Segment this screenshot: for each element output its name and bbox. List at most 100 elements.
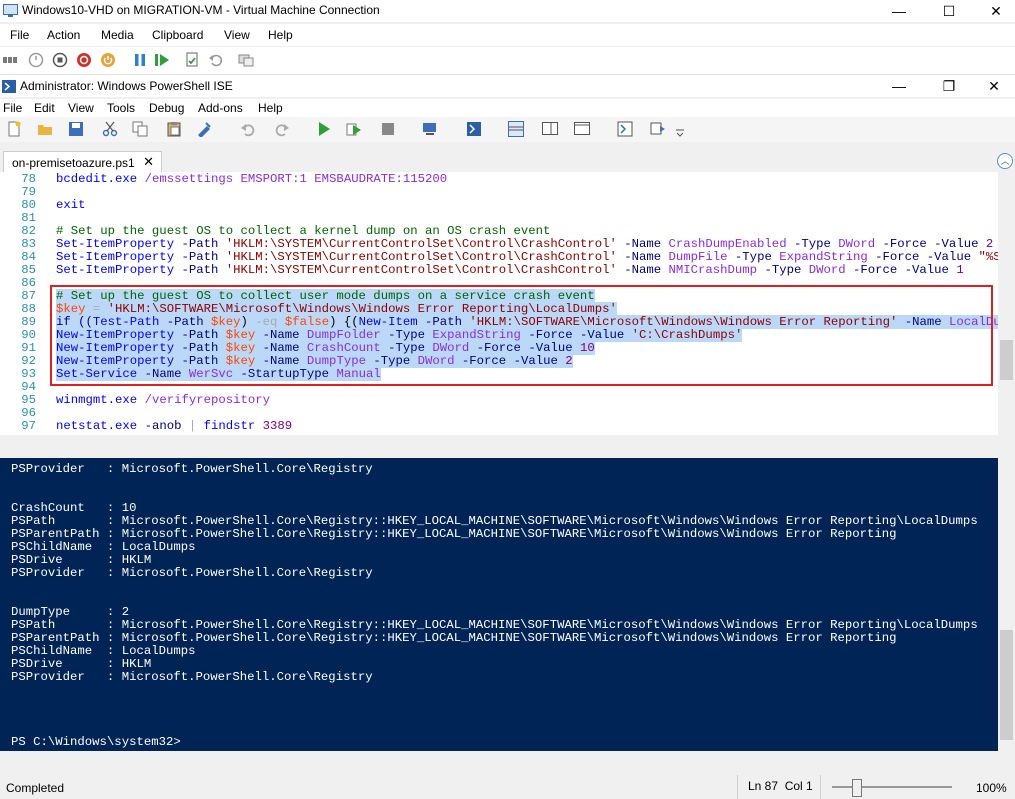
- ctrl-alt-del-icon[interactable]: [2, 52, 18, 68]
- copy-icon[interactable]: [132, 121, 148, 137]
- status-separator: [820, 775, 821, 799]
- console-scrollbar-thumb[interactable]: [1000, 630, 1013, 740]
- vm-menu-media[interactable]: Media: [101, 28, 134, 42]
- run-selection-icon[interactable]: [346, 121, 362, 137]
- ise-menu-tools[interactable]: Tools: [107, 101, 135, 115]
- vm-menu-view[interactable]: View: [224, 28, 250, 42]
- code-line: 97 netstat.exe -anob | findstr 3389: [21, 419, 293, 433]
- console-output-line: PSChildName : LocalDumps: [11, 540, 196, 554]
- pause-icon[interactable]: [132, 52, 148, 68]
- status-text: Completed: [6, 781, 65, 795]
- pane-splitter[interactable]: [0, 435, 1015, 458]
- code-line: 79: [21, 185, 36, 199]
- tab-label: on-premisetoazure.ps1: [12, 156, 135, 170]
- new-file-icon[interactable]: [6, 121, 22, 137]
- vm-menu-action[interactable]: Action: [47, 28, 80, 42]
- console-pane[interactable]: PSProvider : Microsoft.PowerShell.Core\R…: [0, 458, 998, 751]
- zoom-slider-thumb[interactable]: [852, 779, 862, 797]
- run-script-icon[interactable]: [316, 121, 332, 137]
- console-output-line: PSParentPath : Microsoft.PowerShell.Core…: [11, 527, 897, 541]
- zoom-slider[interactable]: [832, 786, 952, 788]
- ise-menu-edit[interactable]: Edit: [34, 101, 55, 115]
- show-script-maximized-icon[interactable]: [574, 121, 590, 137]
- script-scrollbar-thumb[interactable]: [1000, 340, 1013, 380]
- code-line: 83 Set-ItemProperty -Path 'HKLM:\SYSTEM\C…: [21, 237, 994, 251]
- turn-off-icon[interactable]: [52, 52, 68, 68]
- vm-menu-file[interactable]: File: [10, 28, 29, 42]
- vm-app-icon: [3, 4, 18, 17]
- cursor-position: Ln 87 Col 1: [748, 779, 813, 793]
- vm-toolbar: [0, 47, 1015, 75]
- cut-icon[interactable]: [102, 121, 118, 137]
- ise-menu-file[interactable]: File: [3, 101, 22, 115]
- code-line: 80 exit: [21, 198, 86, 212]
- vm-maximize-button[interactable]: ☐: [926, 0, 972, 22]
- tab-on-premisetoazure[interactable]: on-premisetoazure.ps1 ✕: [3, 151, 162, 174]
- console-scrollbar[interactable]: [998, 458, 1015, 751]
- ise-toolbar: [0, 117, 1015, 142]
- console-output-line: DumpType : 2: [11, 605, 130, 619]
- open-folder-icon[interactable]: [37, 121, 53, 137]
- show-script-right-icon[interactable]: [542, 121, 558, 137]
- shut-down-icon[interactable]: [76, 52, 92, 68]
- vm-minimize-button[interactable]: —: [876, 0, 922, 22]
- console-output-line: PSProvider : Microsoft.PowerShell.Core\R…: [11, 566, 373, 580]
- ise-titlebar: Administrator: Windows PowerShell ISE — …: [0, 75, 1015, 97]
- vm-menu-help[interactable]: Help: [268, 28, 293, 42]
- script-scrollbar[interactable]: [998, 172, 1015, 435]
- ise-menu-addons[interactable]: Add-ons: [198, 101, 243, 115]
- enhanced-session-icon[interactable]: [238, 52, 254, 68]
- show-command-window-icon[interactable]: [617, 121, 633, 137]
- ise-window-title: Administrator: Windows PowerShell ISE: [20, 79, 233, 93]
- powershell-console-icon[interactable]: [466, 121, 482, 137]
- highlight-box: [50, 285, 993, 386]
- collapse-script-pane-icon[interactable]: ︿: [997, 153, 1013, 169]
- tab-close-icon[interactable]: ✕: [143, 154, 154, 170]
- remote-powershell-icon[interactable]: [422, 121, 438, 137]
- undo-icon[interactable]: [240, 121, 256, 137]
- clear-console-icon[interactable]: [196, 121, 212, 137]
- show-script-top-icon[interactable]: [508, 121, 524, 137]
- powershell-ise-icon: [2, 80, 16, 93]
- paste-icon[interactable]: [166, 121, 182, 137]
- console-output-line: CrashCount : 10: [11, 501, 137, 515]
- console-output-line: PSChildName : LocalDumps: [11, 644, 196, 658]
- ise-minimize-button[interactable]: —: [876, 75, 922, 97]
- code-line: 78 bcdedit.exe /emssettings EMSPORT:1 EMS…: [21, 172, 448, 186]
- ise-menu-view[interactable]: View: [68, 101, 94, 115]
- console-prompt: PS C:\Windows\system32>: [11, 735, 181, 749]
- code-line: 85 Set-ItemProperty -Path 'HKLM:\SYSTEM\C…: [21, 263, 964, 277]
- ise-close-button[interactable]: ✕: [971, 75, 1015, 97]
- vm-menu-clipboard[interactable]: Clipboard: [152, 28, 203, 42]
- script-tabstrip: on-premisetoazure.ps1 ✕ ︿: [0, 147, 1015, 174]
- console-output-line: PSDrive : HKLM: [11, 657, 152, 671]
- console-output-line: PSParentPath : Microsoft.PowerShell.Core…: [11, 631, 897, 645]
- show-command-addon-icon[interactable]: [650, 121, 666, 137]
- revert-icon[interactable]: [208, 52, 224, 68]
- code-line: 84 Set-ItemProperty -Path 'HKLM:\SYSTEM\C…: [21, 250, 998, 264]
- console-output-line: PSDrive : HKLM: [11, 553, 152, 567]
- console-output-line: PSProvider : Microsoft.PowerShell.Core\R…: [11, 670, 373, 684]
- vm-close-button[interactable]: ✕: [973, 0, 1015, 22]
- ise-restore-button[interactable]: ❐: [926, 75, 972, 97]
- status-separator: [737, 775, 738, 799]
- resume-icon[interactable]: [154, 52, 170, 68]
- ise-menu-help[interactable]: Help: [258, 101, 283, 115]
- save-icon[interactable]: [68, 121, 84, 137]
- ise-menubar: File Edit View Tools Debug Add-ons Help: [0, 99, 1015, 117]
- vm-titlebar: Windows10-VHD on MIGRATION-VM - Virtual …: [0, 0, 1015, 22]
- zoom-level: 100%: [976, 781, 1007, 795]
- code-line: 82 # Set up the guest OS to collect a ker…: [21, 224, 551, 238]
- console-output-line: PSPath : Microsoft.PowerShell.Core\Regis…: [11, 618, 978, 632]
- checkpoint-icon[interactable]: [185, 52, 201, 68]
- redo-icon[interactable]: [274, 121, 290, 137]
- ise-menu-debug[interactable]: Debug: [149, 101, 184, 115]
- toolbar-overflow-icon[interactable]: [675, 127, 685, 137]
- status-bar: Completed Ln 87 Col 1 100%: [0, 775, 1015, 799]
- code-line: 96: [21, 406, 36, 420]
- stop-icon[interactable]: [380, 121, 396, 137]
- vm-menubar: File Action Media Clipboard View Help: [0, 24, 1015, 46]
- power-icon[interactable]: [100, 52, 116, 68]
- start-icon[interactable]: [28, 52, 44, 68]
- console-output-line: PSProvider : Microsoft.PowerShell.Core\R…: [11, 462, 373, 476]
